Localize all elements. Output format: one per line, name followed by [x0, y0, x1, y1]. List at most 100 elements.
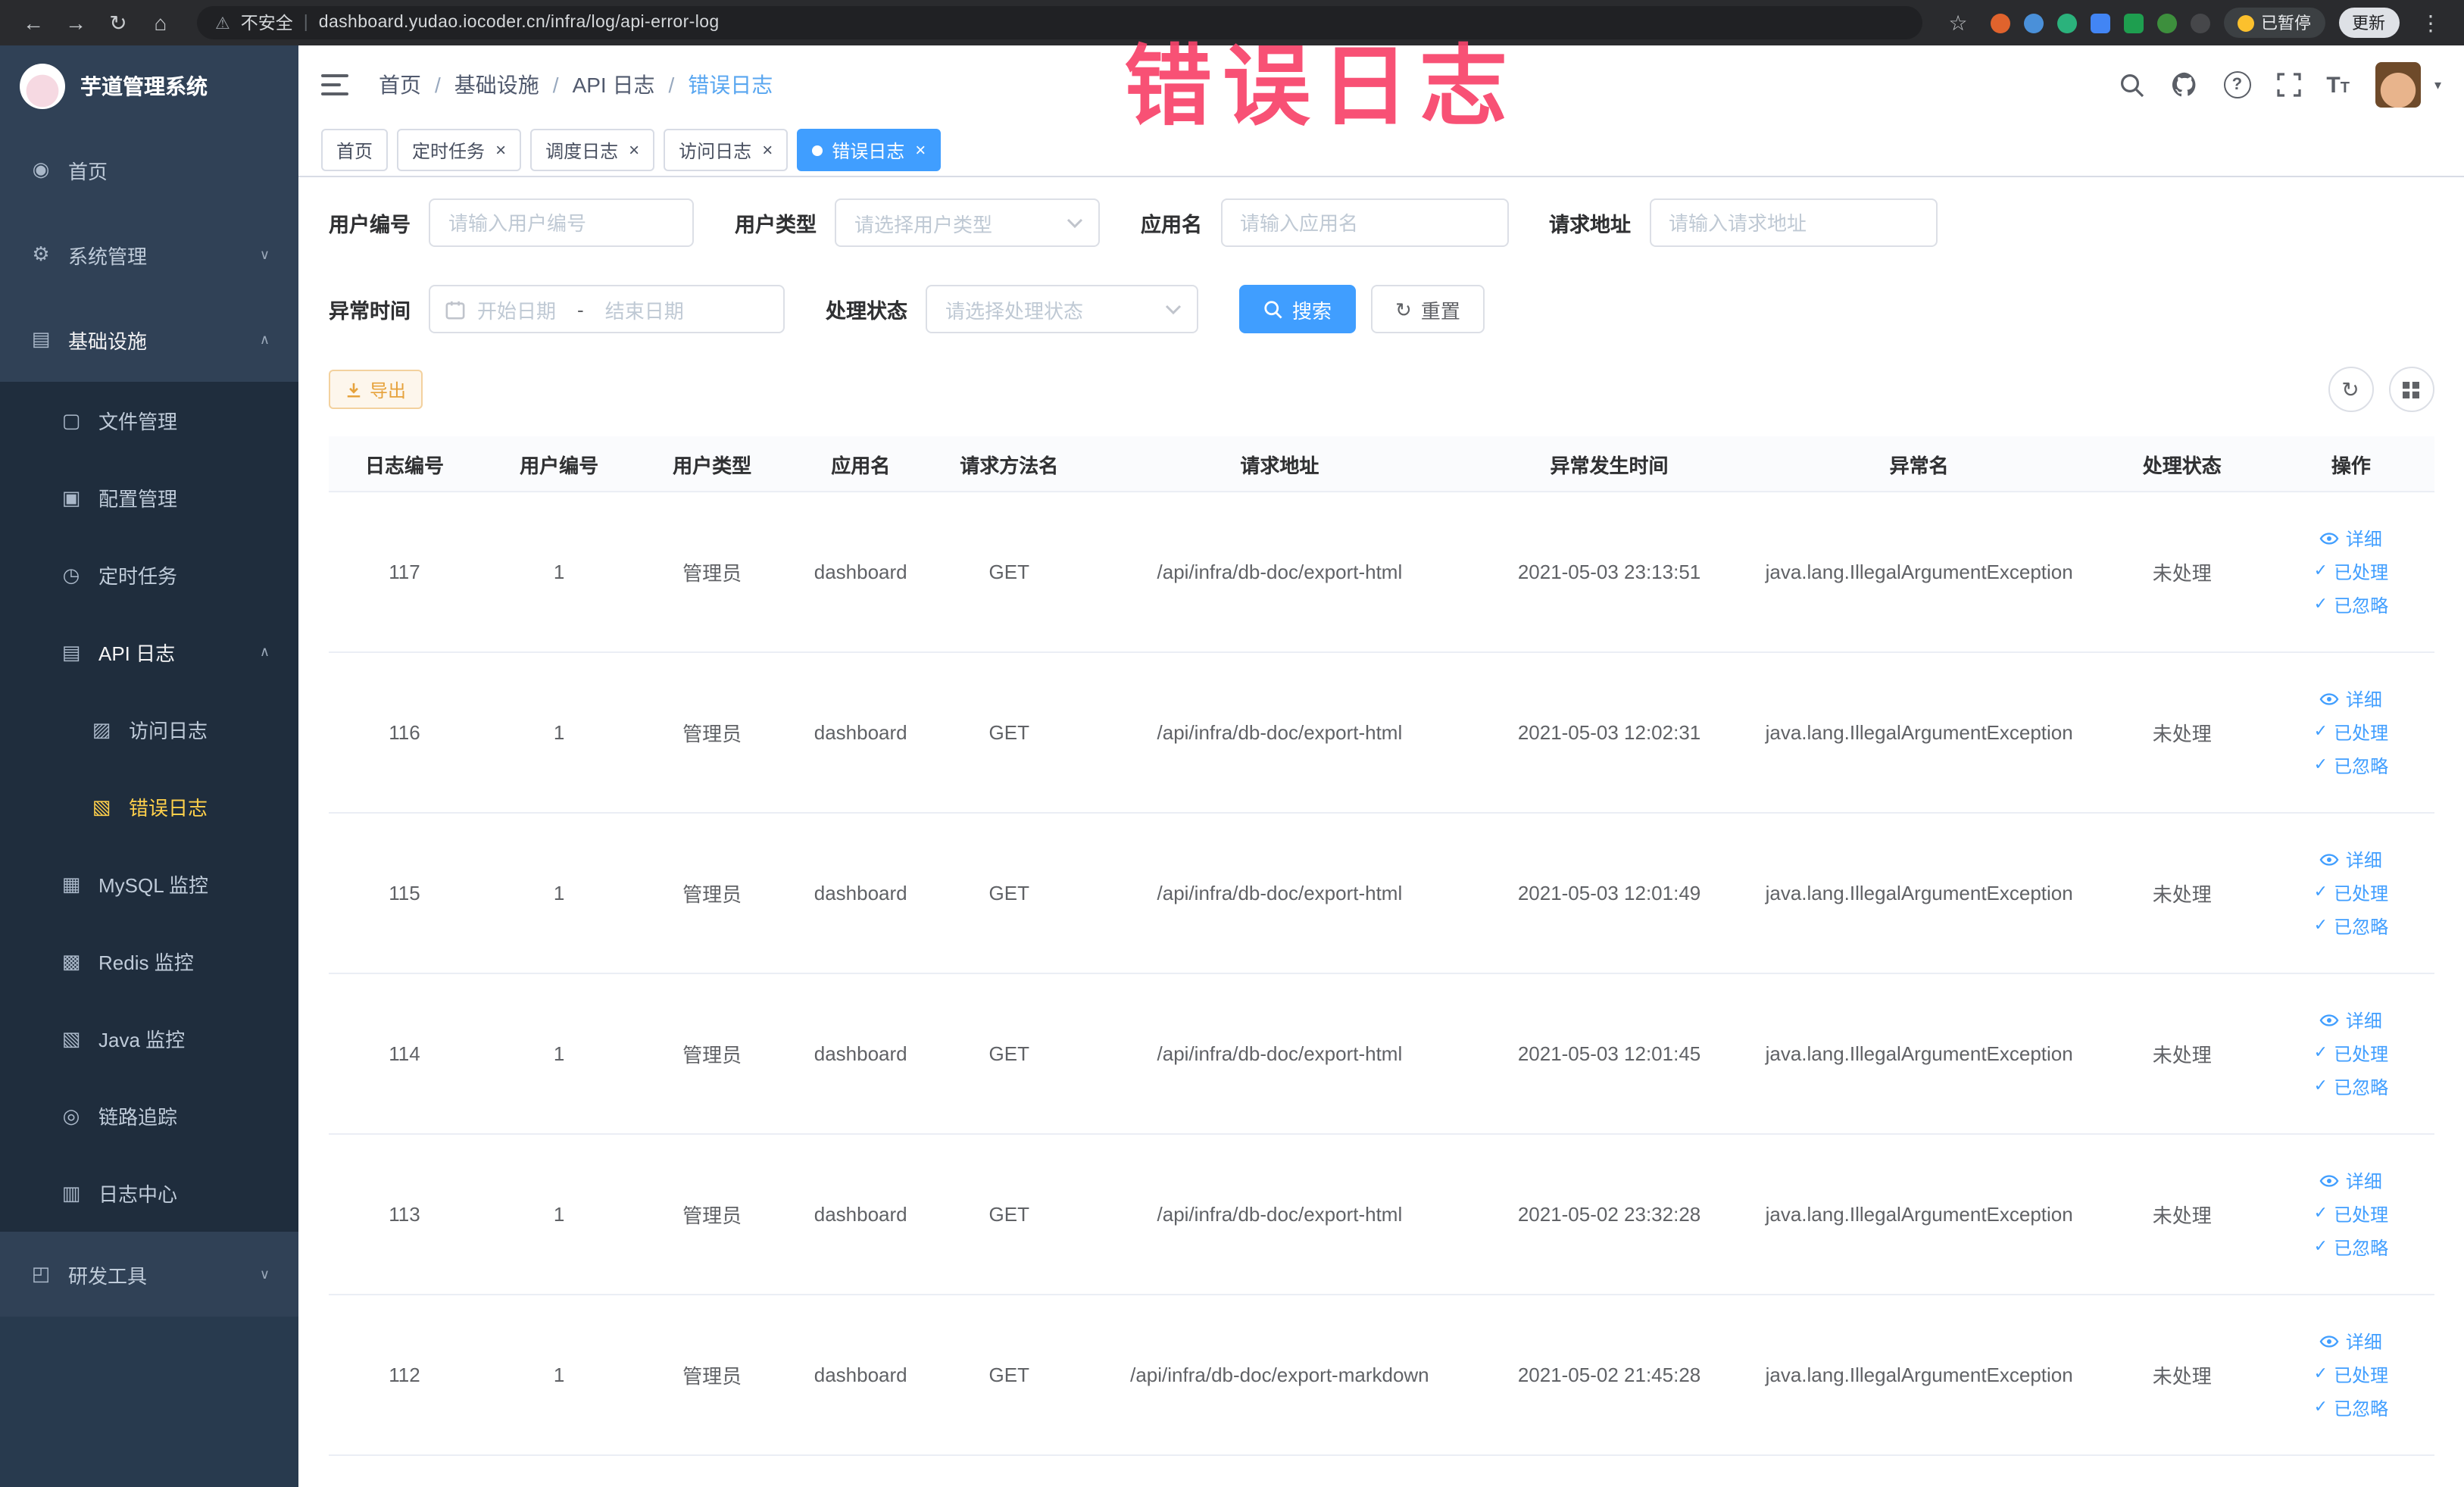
detail-button[interactable]: 详细: [2320, 526, 2382, 551]
chrome-menu-icon[interactable]: ⋮: [2412, 0, 2449, 45]
extension-icon[interactable]: [2090, 13, 2110, 33]
exception-time-cell: 2021-05-03 12:01:49: [1476, 813, 1743, 974]
extension-icon[interactable]: [1990, 13, 2010, 33]
sidebar-item-log-center[interactable]: ▥ 日志中心: [0, 1154, 298, 1232]
processed-button[interactable]: ✓ 已处理: [2314, 880, 2388, 906]
check-icon: ✓: [2313, 1365, 2328, 1383]
address-bar[interactable]: ⚠ 不安全 | dashboard.yudao.iocoder.cn/infra…: [197, 6, 1922, 39]
home-icon[interactable]: ⌂: [142, 0, 179, 45]
sidebar-item-error-log[interactable]: ▧ 错误日志: [0, 768, 298, 845]
bookmark-star-icon[interactable]: ☆: [1940, 0, 1976, 45]
detail-button[interactable]: 详细: [2320, 686, 2382, 712]
process-status-select[interactable]: 请选择处理状态: [926, 285, 1198, 333]
chevron-down-icon[interactable]: ▾: [2434, 77, 2441, 93]
search-icon[interactable]: [2119, 72, 2144, 98]
paused-badge[interactable]: 已暂停: [2223, 8, 2325, 38]
table-row: 112 1 管理员 dashboard GET /api/infra/db-do…: [329, 1295, 2434, 1456]
extension-icon[interactable]: [2190, 13, 2209, 33]
sidebar-item-redis-monitor[interactable]: ▩ Redis 监控: [0, 923, 298, 1000]
detail-button[interactable]: 详细: [2320, 1329, 2382, 1354]
top-navbar: 首页 / 基础设施 / API 日志 / 错误日志 ? TT ▾: [298, 45, 2464, 124]
sidebar-item-trace[interactable]: ◎ 链路追踪: [0, 1077, 298, 1154]
ignored-button[interactable]: ✓ 已忽略: [2314, 1074, 2388, 1100]
back-icon[interactable]: ←: [15, 0, 52, 45]
close-icon[interactable]: ×: [629, 141, 639, 159]
ignored-button[interactable]: ✓ 已忽略: [2314, 1395, 2388, 1421]
date-range-picker[interactable]: 开始日期 - 结束日期: [429, 285, 785, 333]
sidebar-item-file-management[interactable]: ▢ 文件管理: [0, 382, 298, 459]
github-icon[interactable]: [2170, 71, 2197, 98]
user-type-cell: 管理员: [638, 813, 787, 974]
tab-access-log[interactable]: 访问日志 ×: [664, 129, 789, 171]
breadcrumb-infrastructure[interactable]: 基础设施: [454, 70, 539, 100]
detail-button[interactable]: 详细: [2320, 847, 2382, 873]
export-button[interactable]: 导出: [329, 370, 423, 409]
help-icon[interactable]: ?: [2223, 71, 2251, 98]
sidebar-item-mysql-monitor[interactable]: ▦ MySQL 监控: [0, 845, 298, 923]
tab-home[interactable]: 首页: [321, 129, 389, 171]
processed-button[interactable]: ✓ 已处理: [2314, 720, 2388, 745]
exception-time-cell: 2021-05-03 12:02:31: [1476, 652, 1743, 814]
tab-error-log[interactable]: 错误日志 ×: [797, 129, 942, 171]
font-size-icon[interactable]: TT: [2326, 73, 2350, 96]
avatar[interactable]: [2375, 62, 2421, 108]
sidebar-item-dev-tools[interactable]: ◰ 研发工具 ∨: [0, 1232, 298, 1317]
search-button[interactable]: 搜索: [1239, 285, 1357, 333]
user-id-input[interactable]: [429, 198, 694, 247]
sidebar-item-infrastructure[interactable]: ▤ 基础设施 ∧: [0, 297, 298, 382]
log-center-icon: ▥: [61, 1181, 81, 1204]
app-name-field: 应用名: [1141, 198, 1508, 247]
request-url-input[interactable]: [1649, 198, 1937, 247]
logo[interactable]: 芋道管理系统: [0, 45, 298, 127]
hamburger-icon[interactable]: [321, 70, 351, 100]
breadcrumb-api-logs[interactable]: API 日志: [573, 70, 655, 100]
sidebar-item-access-log[interactable]: ▨ 访问日志: [0, 691, 298, 768]
exception-name-cell: java.lang.IllegalArgumentException: [1742, 652, 2096, 814]
extension-icon[interactable]: [2023, 13, 2043, 33]
processed-button[interactable]: ✓ 已处理: [2314, 1201, 2388, 1227]
check-icon: ✓: [2313, 562, 2328, 580]
url-text: dashboard.yudao.iocoder.cn/infra/log/api…: [318, 14, 720, 32]
processed-button[interactable]: ✓ 已处理: [2314, 1041, 2388, 1067]
app-name-input[interactable]: [1220, 198, 1508, 247]
refresh-button[interactable]: ↻: [2328, 367, 2373, 412]
request-url-cell: /api/infra/db-doc/export-html: [1083, 813, 1476, 974]
close-icon[interactable]: ×: [495, 141, 506, 159]
sidebar-item-java-monitor[interactable]: ▧ Java 监控: [0, 1000, 298, 1077]
fullscreen-icon[interactable]: [2276, 73, 2300, 97]
sidebar-item-system-management[interactable]: ⚙ 系统管理 ∨: [0, 212, 298, 297]
detail-button[interactable]: 详细: [2320, 1168, 2382, 1194]
tab-scheduled-jobs[interactable]: 定时任务 ×: [397, 129, 522, 171]
extension-icon[interactable]: [2056, 13, 2076, 33]
processed-button[interactable]: ✓ 已处理: [2314, 1362, 2388, 1388]
processed-button[interactable]: ✓ 已处理: [2314, 559, 2388, 585]
tab-schedule-log[interactable]: 调度日志 ×: [530, 129, 655, 171]
sidebar-item-config-management[interactable]: ▣ 配置管理: [0, 459, 298, 536]
column-settings-button[interactable]: [2388, 367, 2434, 412]
forward-icon[interactable]: →: [58, 0, 94, 45]
ignored-button[interactable]: ✓ 已忽略: [2314, 1235, 2388, 1261]
update-button[interactable]: 更新: [2338, 8, 2399, 38]
close-icon[interactable]: ×: [762, 141, 773, 159]
sidebar-item-scheduled-jobs[interactable]: ◷ 定时任务: [0, 536, 298, 614]
reset-button[interactable]: ↻ 重置: [1371, 285, 1485, 333]
extension-icon[interactable]: [2123, 13, 2143, 33]
extension-icon[interactable]: [2156, 13, 2176, 33]
actions-cell: 详细 ✓ 已处理 ✓ 已忽略: [2268, 813, 2434, 974]
col-exception-name: 异常名: [1742, 436, 2096, 492]
user-type-select[interactable]: 请选择用户类型: [835, 198, 1100, 247]
ignored-button[interactable]: ✓ 已忽略: [2314, 914, 2388, 939]
user-type-cell: 管理员: [638, 492, 787, 653]
ignored-button[interactable]: ✓ 已忽略: [2314, 592, 2388, 618]
breadcrumb-home[interactable]: 首页: [379, 70, 421, 100]
sidebar-item-api-logs[interactable]: ▤ API 日志 ∧: [0, 614, 298, 691]
breadcrumb-separator: /: [668, 73, 675, 97]
sidebar-item-home[interactable]: ◉ 首页: [0, 127, 298, 212]
user-type-cell: 管理员: [638, 1134, 787, 1295]
close-icon[interactable]: ×: [915, 141, 926, 159]
ignored-button[interactable]: ✓ 已忽略: [2314, 753, 2388, 779]
reload-icon[interactable]: ↻: [100, 0, 136, 45]
detail-button[interactable]: 详细: [2320, 1007, 2382, 1033]
status-cell: 未处理: [2095, 652, 2269, 814]
request-url-field: 请求地址: [1549, 198, 1937, 247]
